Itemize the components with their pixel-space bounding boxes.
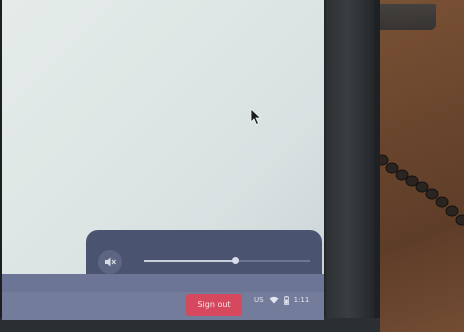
photo-scene: Sign out US 1:11 <box>0 0 464 332</box>
monitor-bezel-edge <box>326 0 374 332</box>
volume-slider-fill <box>144 260 236 262</box>
wifi-icon <box>269 296 279 304</box>
volume-slider[interactable] <box>144 257 310 264</box>
coiled-cable <box>375 154 464 226</box>
monitor-bezel-bottom <box>0 318 380 332</box>
status-tray[interactable]: US 1:11 <box>254 292 309 308</box>
desk-object <box>372 4 436 30</box>
battery-icon <box>283 295 289 305</box>
desktop-wallpaper[interactable] <box>2 0 324 320</box>
input-method-indicator[interactable]: US <box>254 296 264 304</box>
clock-time[interactable]: 1:11 <box>294 296 310 304</box>
mouse-cursor-icon <box>250 108 262 126</box>
mute-toggle-button[interactable] <box>98 250 122 274</box>
speaker-muted-icon <box>105 257 116 267</box>
sign-out-button[interactable]: Sign out <box>186 294 242 316</box>
volume-slider-thumb[interactable] <box>231 257 239 264</box>
